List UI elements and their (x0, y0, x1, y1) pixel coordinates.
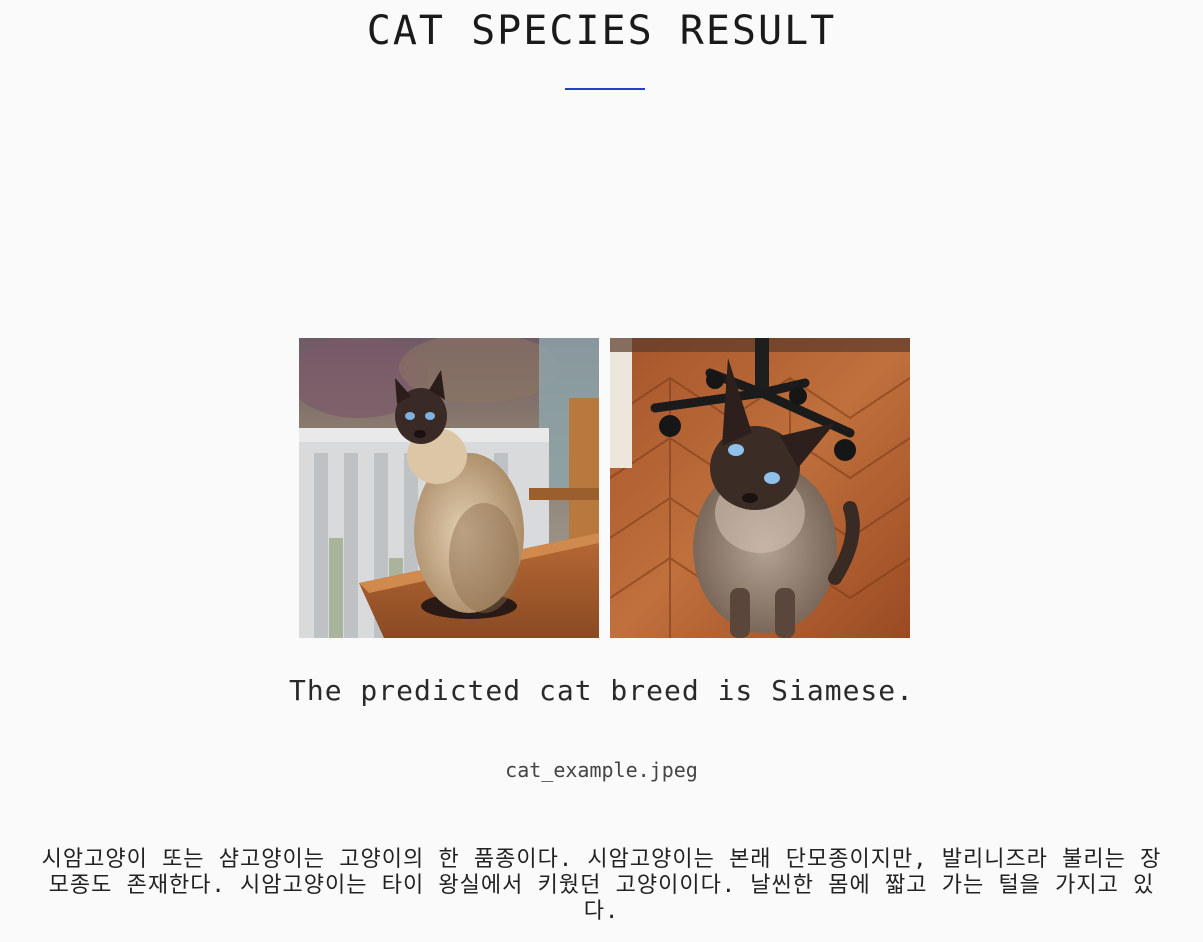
prediction-result-text: The predicted cat breed is Siamese. (288, 674, 914, 707)
title-underline (565, 88, 645, 90)
breed-description: 시암고양이 또는 샴고양이는 고양이의 한 품종이다. 시암고양이는 본래 단모… (41, 847, 1162, 924)
cat-photo-1-illustration (299, 338, 599, 638)
cat-photo-2-illustration (610, 338, 910, 638)
siamese-cat-photo-2 (610, 338, 910, 638)
result-page: CAT SPECIES RESULT The predicted cat bre… (0, 0, 1203, 942)
page-title: CAT SPECIES RESULT (366, 8, 837, 54)
siamese-cat-photo-1 (299, 338, 599, 638)
uploaded-filename: cat_example.jpeg (505, 758, 698, 782)
